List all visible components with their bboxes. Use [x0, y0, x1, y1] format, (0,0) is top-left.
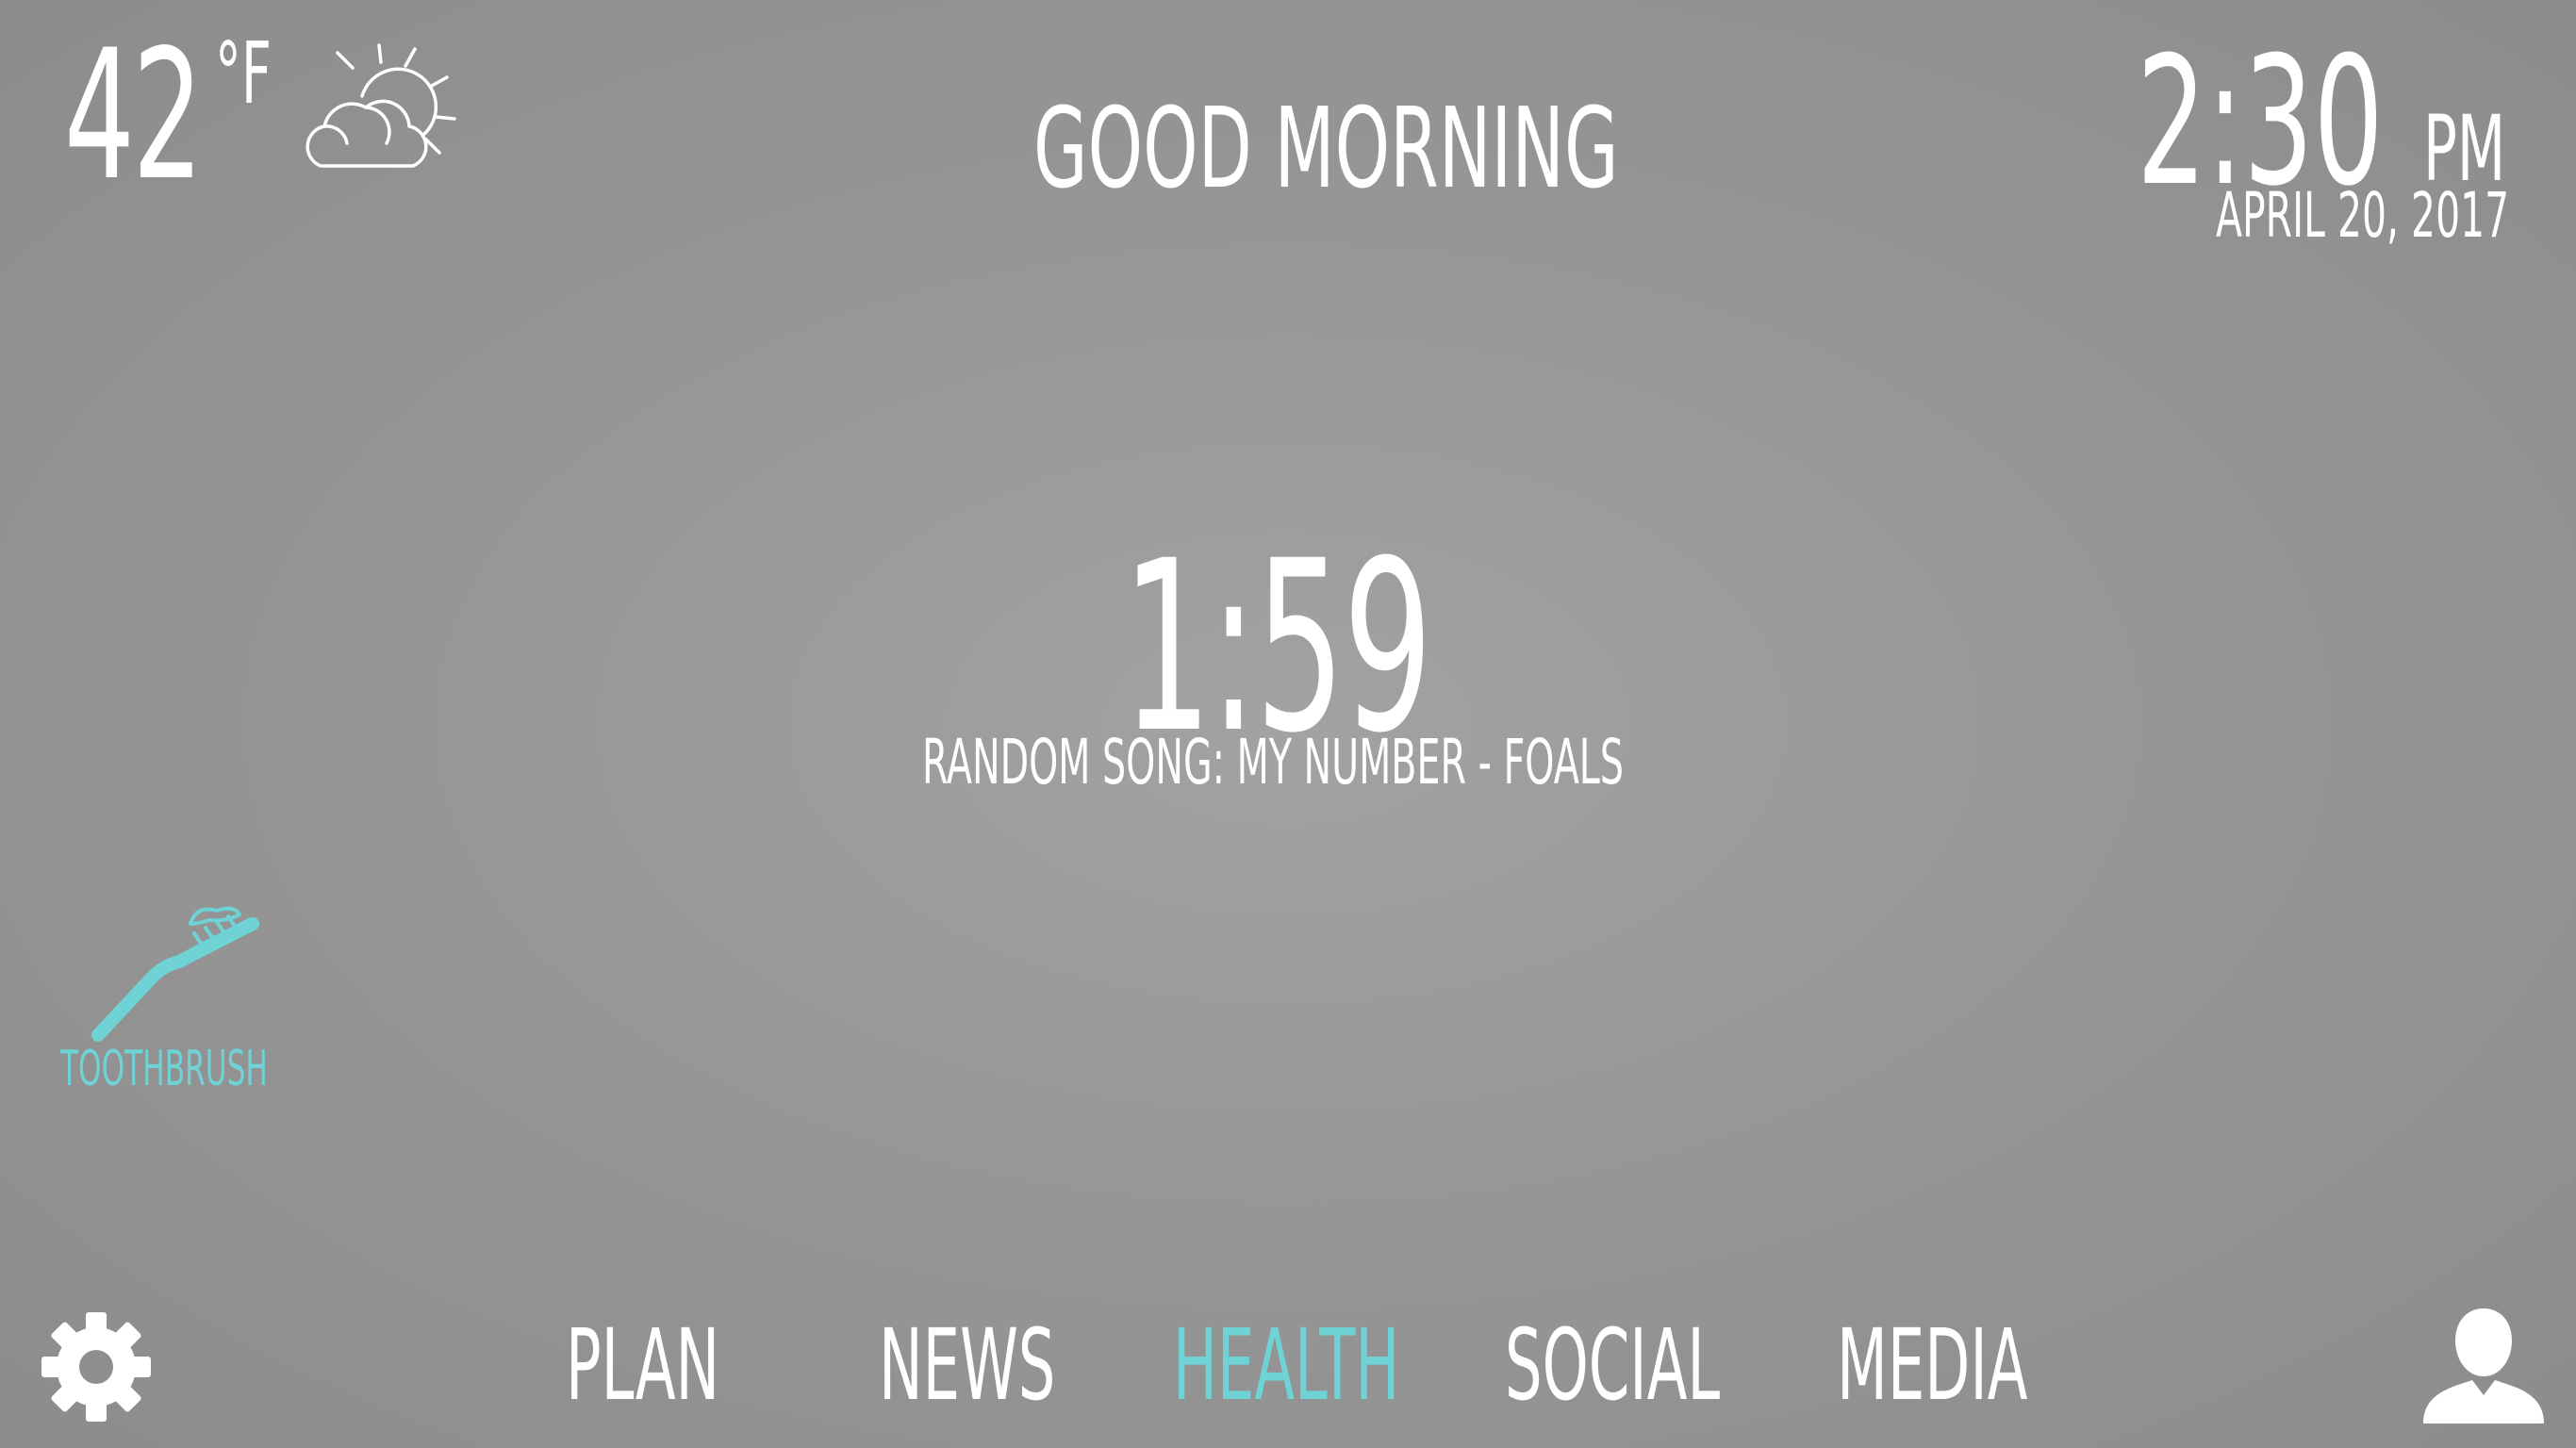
toothbrush-label: TOOTHBRUSH — [60, 1041, 268, 1097]
gear-icon[interactable] — [40, 1310, 153, 1423]
temperature-value: 42 — [64, 11, 203, 220]
nav-media[interactable]: MEDIA — [1837, 1316, 2027, 1414]
toothbrush-widget[interactable]: TOOTHBRUSH — [57, 896, 273, 1103]
temperature-unit: °F — [215, 25, 272, 123]
nav-plan[interactable]: PLAN — [566, 1316, 719, 1414]
partly-cloudy-icon — [305, 43, 456, 168]
toothbrush-icon — [91, 906, 259, 1042]
song-label: RANDOM SONG: MY NUMBER - FOALS — [922, 726, 1625, 798]
greeting-text: GOOD MORNING — [1033, 83, 1619, 213]
nav-news[interactable]: NEWS — [879, 1316, 1055, 1414]
clock-date: APRIL 20, 2017 — [2216, 179, 2510, 252]
user-icon[interactable] — [2419, 1305, 2548, 1425]
nav-social[interactable]: SOCIAL — [1505, 1316, 1720, 1414]
nav-health[interactable]: HEALTH — [1173, 1316, 1399, 1414]
